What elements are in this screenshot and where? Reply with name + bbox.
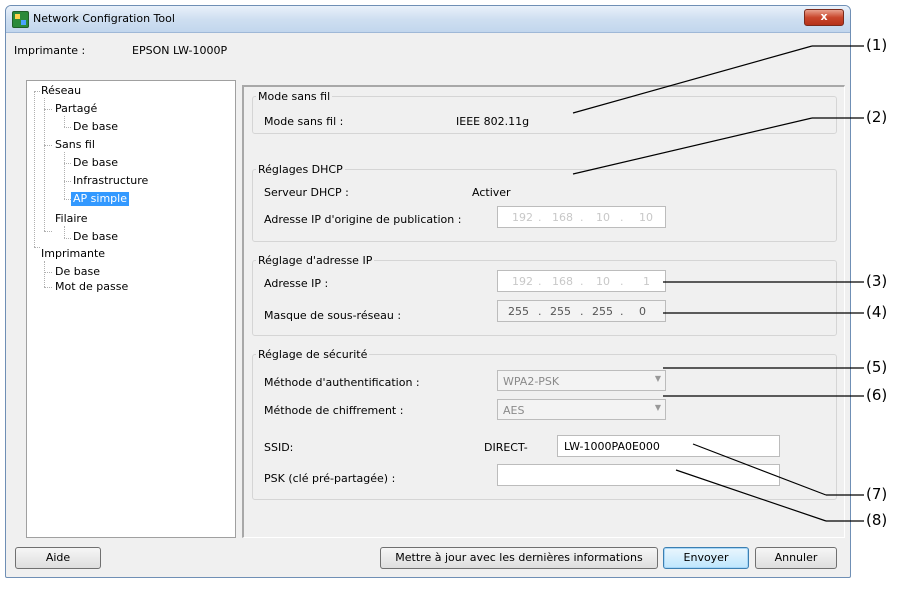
callout-5: (5) (866, 358, 888, 376)
callout-2: (2) (866, 108, 888, 126)
callout-1: (1) (866, 36, 888, 54)
callout-line-1 (572, 45, 813, 114)
callout-line-2 (572, 117, 813, 175)
callout-line-7 (692, 443, 827, 496)
callout-line-8 (675, 469, 827, 522)
callout-7: (7) (866, 485, 888, 503)
callout-lines (572, 45, 864, 522)
callout-6: (6) (866, 386, 888, 404)
callout-8: (8) (866, 511, 888, 529)
callout-3: (3) (866, 272, 888, 290)
callout-4: (4) (866, 303, 888, 321)
